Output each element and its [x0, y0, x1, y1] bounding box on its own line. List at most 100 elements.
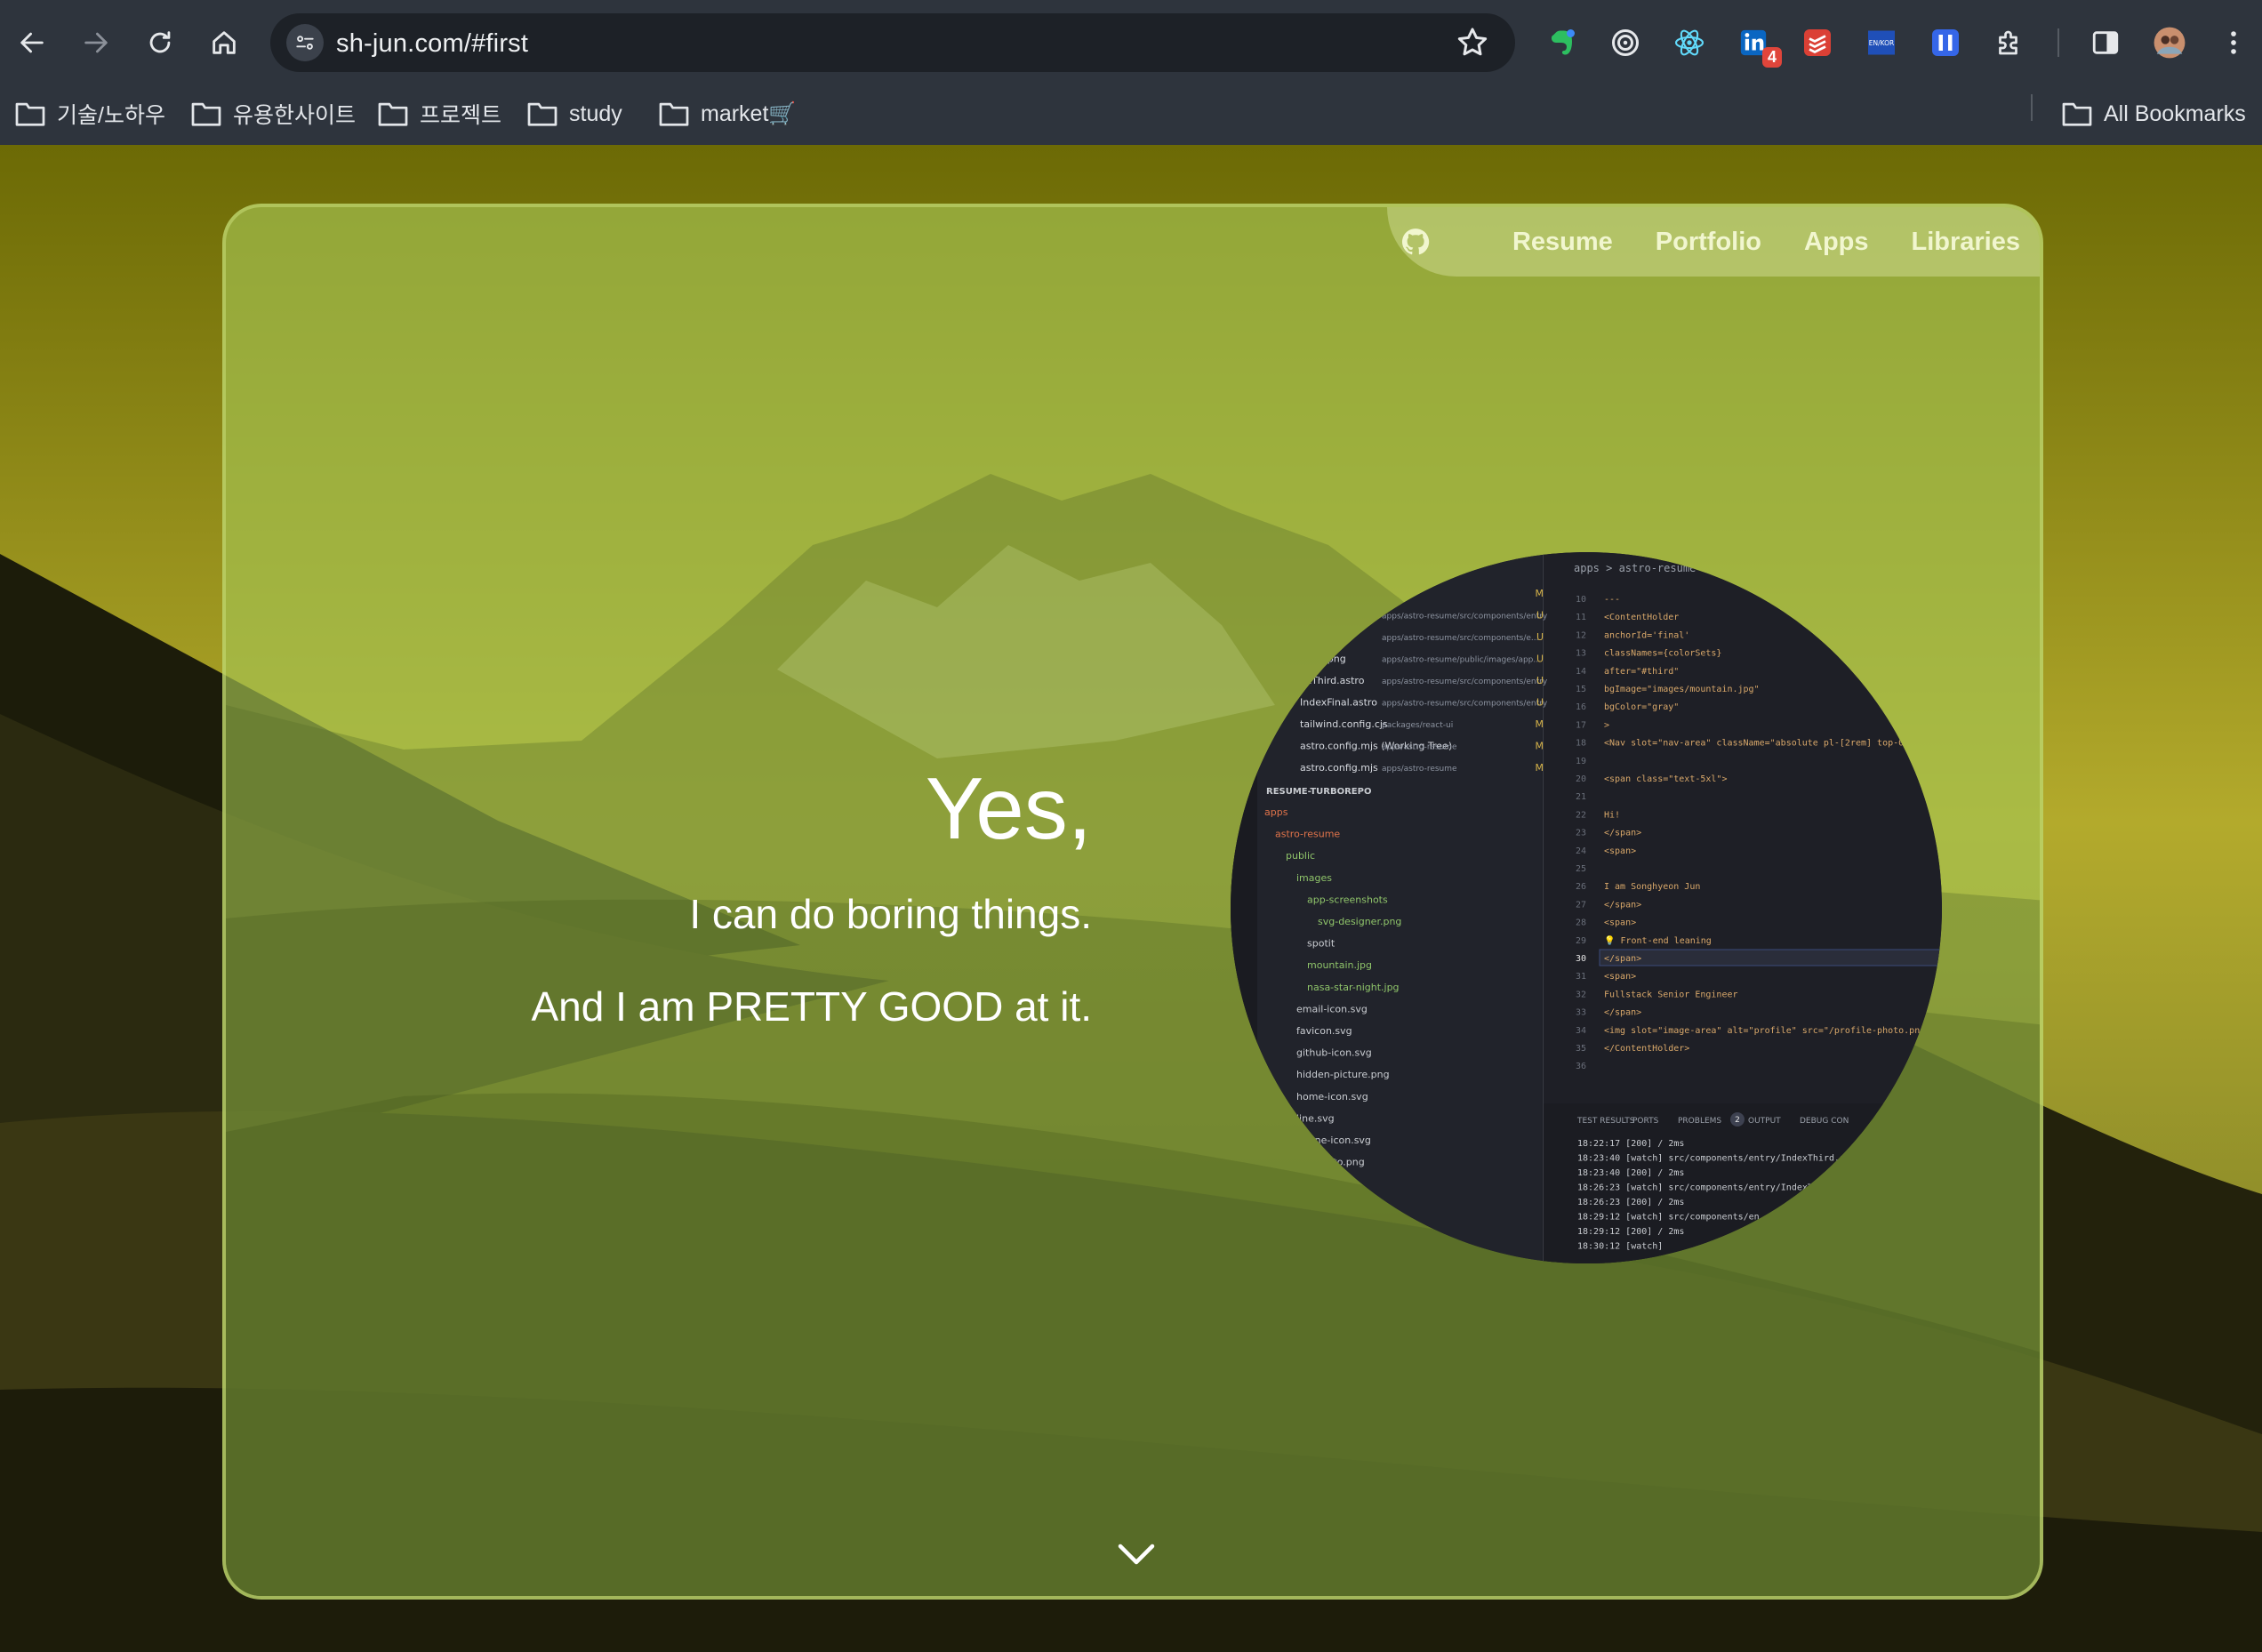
- react-devtools-icon[interactable]: [1666, 20, 1713, 66]
- bookmark-folder[interactable]: market🛒: [658, 94, 797, 133]
- github-icon[interactable]: [1400, 227, 1431, 257]
- line-number: 22: [1576, 810, 1586, 820]
- code-line: Fullstack Senior Engineer: [1604, 990, 1738, 999]
- git-status-flag: M: [1536, 741, 1544, 752]
- explorer-tree-item: home-icon.svg: [1296, 1091, 1368, 1103]
- bookmark-folder[interactable]: study: [526, 94, 622, 133]
- code-line: <span>: [1604, 972, 1636, 982]
- profile-image-circle: apps > astro-resume > src > cosrc/pagesM…: [1231, 552, 1942, 1263]
- explorer-tree-item: line.svg: [1296, 1112, 1335, 1124]
- changed-file-name: IndexFinal.astro: [1300, 697, 1377, 709]
- explorer-root-title: RESUME-TURBOREPO: [1266, 787, 1371, 797]
- code-line: after="#third": [1604, 667, 1679, 677]
- terminal-log-line: 18:30:12 [watch]: [1577, 1242, 1663, 1252]
- reload-icon[interactable]: [139, 21, 181, 64]
- site-info-icon[interactable]: [286, 24, 324, 61]
- bookmark-label: 유용한사이트: [233, 103, 357, 128]
- code-line: </span>: [1604, 900, 1641, 910]
- code-line: Hi!: [1604, 810, 1620, 820]
- code-line: bgImage="images/mountain.jpg": [1604, 685, 1760, 694]
- line-number: 20: [1576, 774, 1586, 784]
- line-number: 29: [1576, 936, 1586, 946]
- line-number: 16: [1576, 702, 1586, 712]
- nav-link-libraries[interactable]: Libraries: [1912, 228, 2021, 257]
- folder-icon: [378, 102, 408, 126]
- nav-link-apps[interactable]: Apps: [1804, 228, 1869, 257]
- bookmark-folder[interactable]: 유용한사이트: [190, 94, 356, 133]
- extension-badge: 4: [1761, 47, 1782, 68]
- home-icon[interactable]: [203, 21, 245, 64]
- menu-icon[interactable]: [2210, 20, 2257, 66]
- code-line: bgColor="gray": [1604, 702, 1679, 712]
- address-bar[interactable]: sh-jun.com/#first: [270, 13, 1515, 72]
- explorer-tree-item: images: [1296, 872, 1332, 884]
- nav-link-portfolio[interactable]: Portfolio: [1656, 228, 1761, 257]
- nav-link-resume[interactable]: Resume: [1512, 228, 1613, 257]
- terminal-log-line: 18:26:23 [200] / 2ms: [1577, 1198, 1684, 1207]
- chart-extension-icon[interactable]: [1922, 20, 1969, 66]
- problems-count: 2: [1735, 1116, 1740, 1125]
- back-icon[interactable]: [11, 21, 53, 64]
- changed-file-path: apps/astro-resume/src/components/e...: [1382, 634, 1539, 643]
- all-bookmarks-label: All Bookmarks: [2104, 100, 2246, 126]
- page-viewport: Resume Portfolio Apps Libraries Yes, I c…: [0, 145, 2262, 1652]
- all-bookmarks-folder[interactable]: All Bookmarks: [2061, 94, 2246, 133]
- git-status-flag: M: [1536, 762, 1544, 774]
- line-number: 30: [1576, 954, 1586, 964]
- todoist-extension-icon[interactable]: [1794, 20, 1841, 66]
- git-status-flag: U: [1536, 631, 1544, 643]
- scroll-down-chevron-icon[interactable]: [1115, 1541, 1158, 1568]
- explorer-tree-item: mountain.jpg: [1307, 959, 1372, 971]
- bookmark-folder[interactable]: 프로젝트: [377, 94, 501, 133]
- code-line: </span>: [1604, 954, 1641, 964]
- terminal-log-line: 18:29:12 [200] / 2ms: [1577, 1227, 1684, 1237]
- changed-file-path: apps/astro-resume/public/images/app...: [1382, 656, 1541, 665]
- sidebar-icon[interactable]: [2082, 20, 2129, 66]
- line-number: 25: [1576, 864, 1586, 874]
- explorer-tree-item: apps: [1264, 806, 1288, 818]
- code-line: <span>: [1604, 918, 1636, 928]
- profile-avatar[interactable]: [2146, 20, 2193, 66]
- forward-icon[interactable]: [75, 21, 117, 64]
- bookmarks-divider: [2031, 94, 2033, 121]
- explorer-tree-item: spotit: [1307, 938, 1336, 950]
- evernote-extension-icon[interactable]: [1538, 20, 1584, 66]
- hero-card: Resume Portfolio Apps Libraries Yes, I c…: [222, 204, 2043, 1600]
- code-line: I am Songhyeon Jun: [1604, 882, 1700, 892]
- changed-file-path: apps/astro-resume: [1382, 765, 1457, 774]
- bookmark-star-icon[interactable]: [1455, 25, 1490, 60]
- url-text[interactable]: sh-jun.com/#first: [336, 29, 528, 59]
- folder-icon: [527, 102, 557, 126]
- panel-tab: OUTPUT: [1748, 1117, 1781, 1126]
- line-number: 13: [1576, 649, 1586, 659]
- changed-file-name: tailwind.config.cjs: [1300, 718, 1388, 730]
- bookmark-folder[interactable]: 기술/노하우: [14, 94, 165, 133]
- bookmarks-bar: 기술/노하우 유용한사이트 프로젝트 study market🛒 All Boo…: [0, 85, 2262, 145]
- target-extension-icon[interactable]: [1602, 20, 1648, 66]
- line-number: 12: [1576, 630, 1586, 640]
- explorer-tree-item: nasa-star-night.jpg: [1307, 982, 1400, 993]
- folder-icon: [191, 102, 221, 126]
- puzzle-extension-icon[interactable]: [1986, 20, 2033, 66]
- terminal-log-line: 18:23:40 [watch] src/components/entry/In…: [1577, 1154, 1850, 1164]
- panel-tab: PROBLEMS: [1678, 1117, 1721, 1126]
- code-line: <span class="text-5xl">: [1604, 774, 1727, 784]
- changed-file-path: packages/react-ui: [1382, 721, 1453, 730]
- code-line: </span>: [1604, 1008, 1641, 1018]
- dictionary-extension-icon[interactable]: EN/KOR: [1858, 20, 1905, 66]
- line-number: 34: [1576, 1026, 1586, 1036]
- linkedin-extension-icon[interactable]: 4: [1730, 20, 1782, 68]
- line-number: 14: [1576, 667, 1586, 677]
- code-line: ---: [1604, 595, 1620, 605]
- bookmark-label: study: [569, 100, 622, 126]
- bookmark-label: market🛒: [701, 100, 797, 126]
- explorer-tree-item: email-icon.svg: [1296, 1003, 1368, 1014]
- line-number: 19: [1576, 757, 1586, 766]
- hero-headline: Yes,: [925, 759, 1092, 857]
- site-nav: Resume Portfolio Apps Libraries: [1387, 207, 2040, 277]
- line-number: 11: [1576, 613, 1586, 622]
- code-line: >: [1604, 720, 1609, 730]
- folder-icon: [2062, 102, 2092, 126]
- git-status-flag: U: [1536, 675, 1544, 686]
- code-line: </ContentHolder>: [1604, 1044, 1689, 1054]
